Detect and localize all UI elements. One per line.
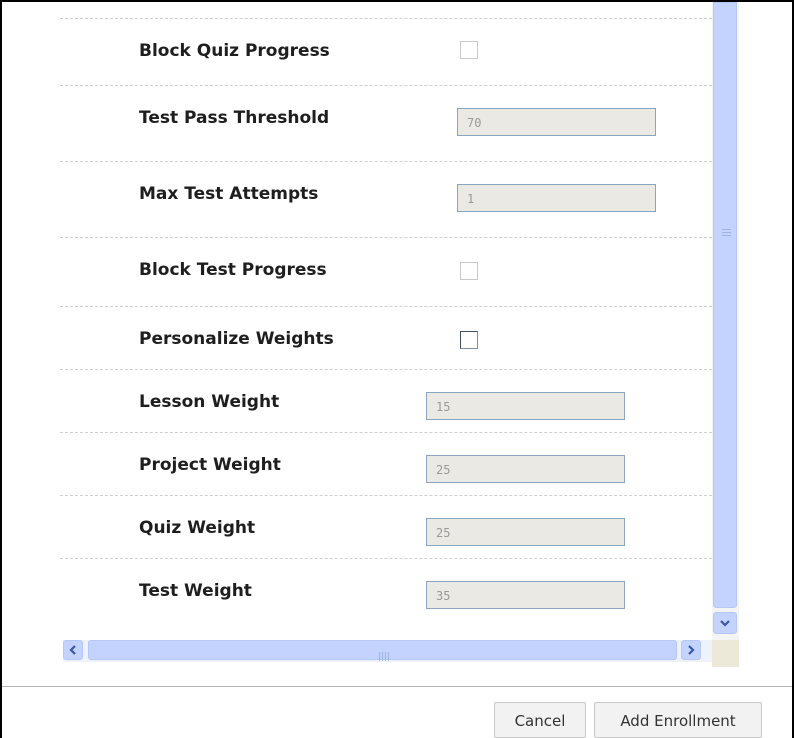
cancel-button[interactable]: Cancel [494, 702, 586, 738]
test-weight-input[interactable]: 35 [426, 581, 625, 609]
grip-icon [722, 229, 731, 238]
horizontal-scrollbar[interactable] [63, 640, 712, 662]
window-border-left [0, 0, 2, 738]
row-block-quiz-progress: Block Quiz Progress [60, 19, 712, 86]
row-test-weight: Test Weight 35 [60, 559, 712, 612]
vertical-scrollbar[interactable] [712, 2, 739, 640]
row-block-test-progress: Block Test Progress [60, 238, 712, 307]
scroll-left-button[interactable] [63, 640, 83, 660]
quiz-weight-input[interactable]: 25 [426, 518, 625, 546]
row-test-pass-threshold: Test Pass Threshold 70 [60, 86, 712, 162]
row-max-test-attempts: Max Test Attempts 1 [60, 162, 712, 238]
lesson-weight-label: Lesson Weight [139, 392, 280, 412]
block-test-progress-checkbox[interactable] [460, 262, 478, 280]
scroll-right-button[interactable] [681, 640, 701, 660]
project-weight-label: Project Weight [139, 455, 281, 475]
grip-icon [379, 646, 391, 661]
scrollbar-corner [712, 640, 739, 667]
row-personalize-weights: Personalize Weights [60, 307, 712, 370]
chevron-left-icon [69, 645, 76, 655]
add-enrollment-button[interactable]: Add Enrollment [594, 702, 762, 738]
vertical-scroll-thumb[interactable] [713, 2, 737, 608]
max-test-attempts-input[interactable]: 1 [457, 184, 656, 212]
enrollment-settings-panel: Block Quiz Progress Test Pass Threshold … [60, 2, 712, 612]
horizontal-scroll-thumb[interactable] [88, 640, 677, 661]
scroll-down-button[interactable] [713, 612, 737, 634]
project-weight-input[interactable]: 25 [426, 455, 625, 483]
personalize-weights-checkbox[interactable] [460, 331, 478, 349]
row-lesson-weight: Lesson Weight 15 [60, 370, 712, 433]
block-quiz-progress-checkbox[interactable] [460, 41, 478, 59]
row-divider [60, 2, 712, 19]
chevron-right-icon [688, 645, 695, 655]
quiz-weight-label: Quiz Weight [139, 518, 256, 538]
personalize-weights-label: Personalize Weights [139, 329, 334, 349]
lesson-weight-input[interactable]: 15 [426, 392, 625, 420]
row-project-weight: Project Weight 25 [60, 433, 712, 496]
footer-divider [2, 686, 792, 687]
block-test-progress-label: Block Test Progress [139, 260, 327, 280]
test-weight-label: Test Weight [139, 581, 252, 601]
test-pass-threshold-label: Test Pass Threshold [139, 108, 330, 128]
row-quiz-weight: Quiz Weight 25 [60, 496, 712, 559]
chevron-down-icon [720, 620, 730, 627]
block-quiz-progress-label: Block Quiz Progress [139, 41, 330, 61]
test-pass-threshold-input[interactable]: 70 [457, 108, 656, 136]
max-test-attempts-label: Max Test Attempts [139, 184, 319, 204]
